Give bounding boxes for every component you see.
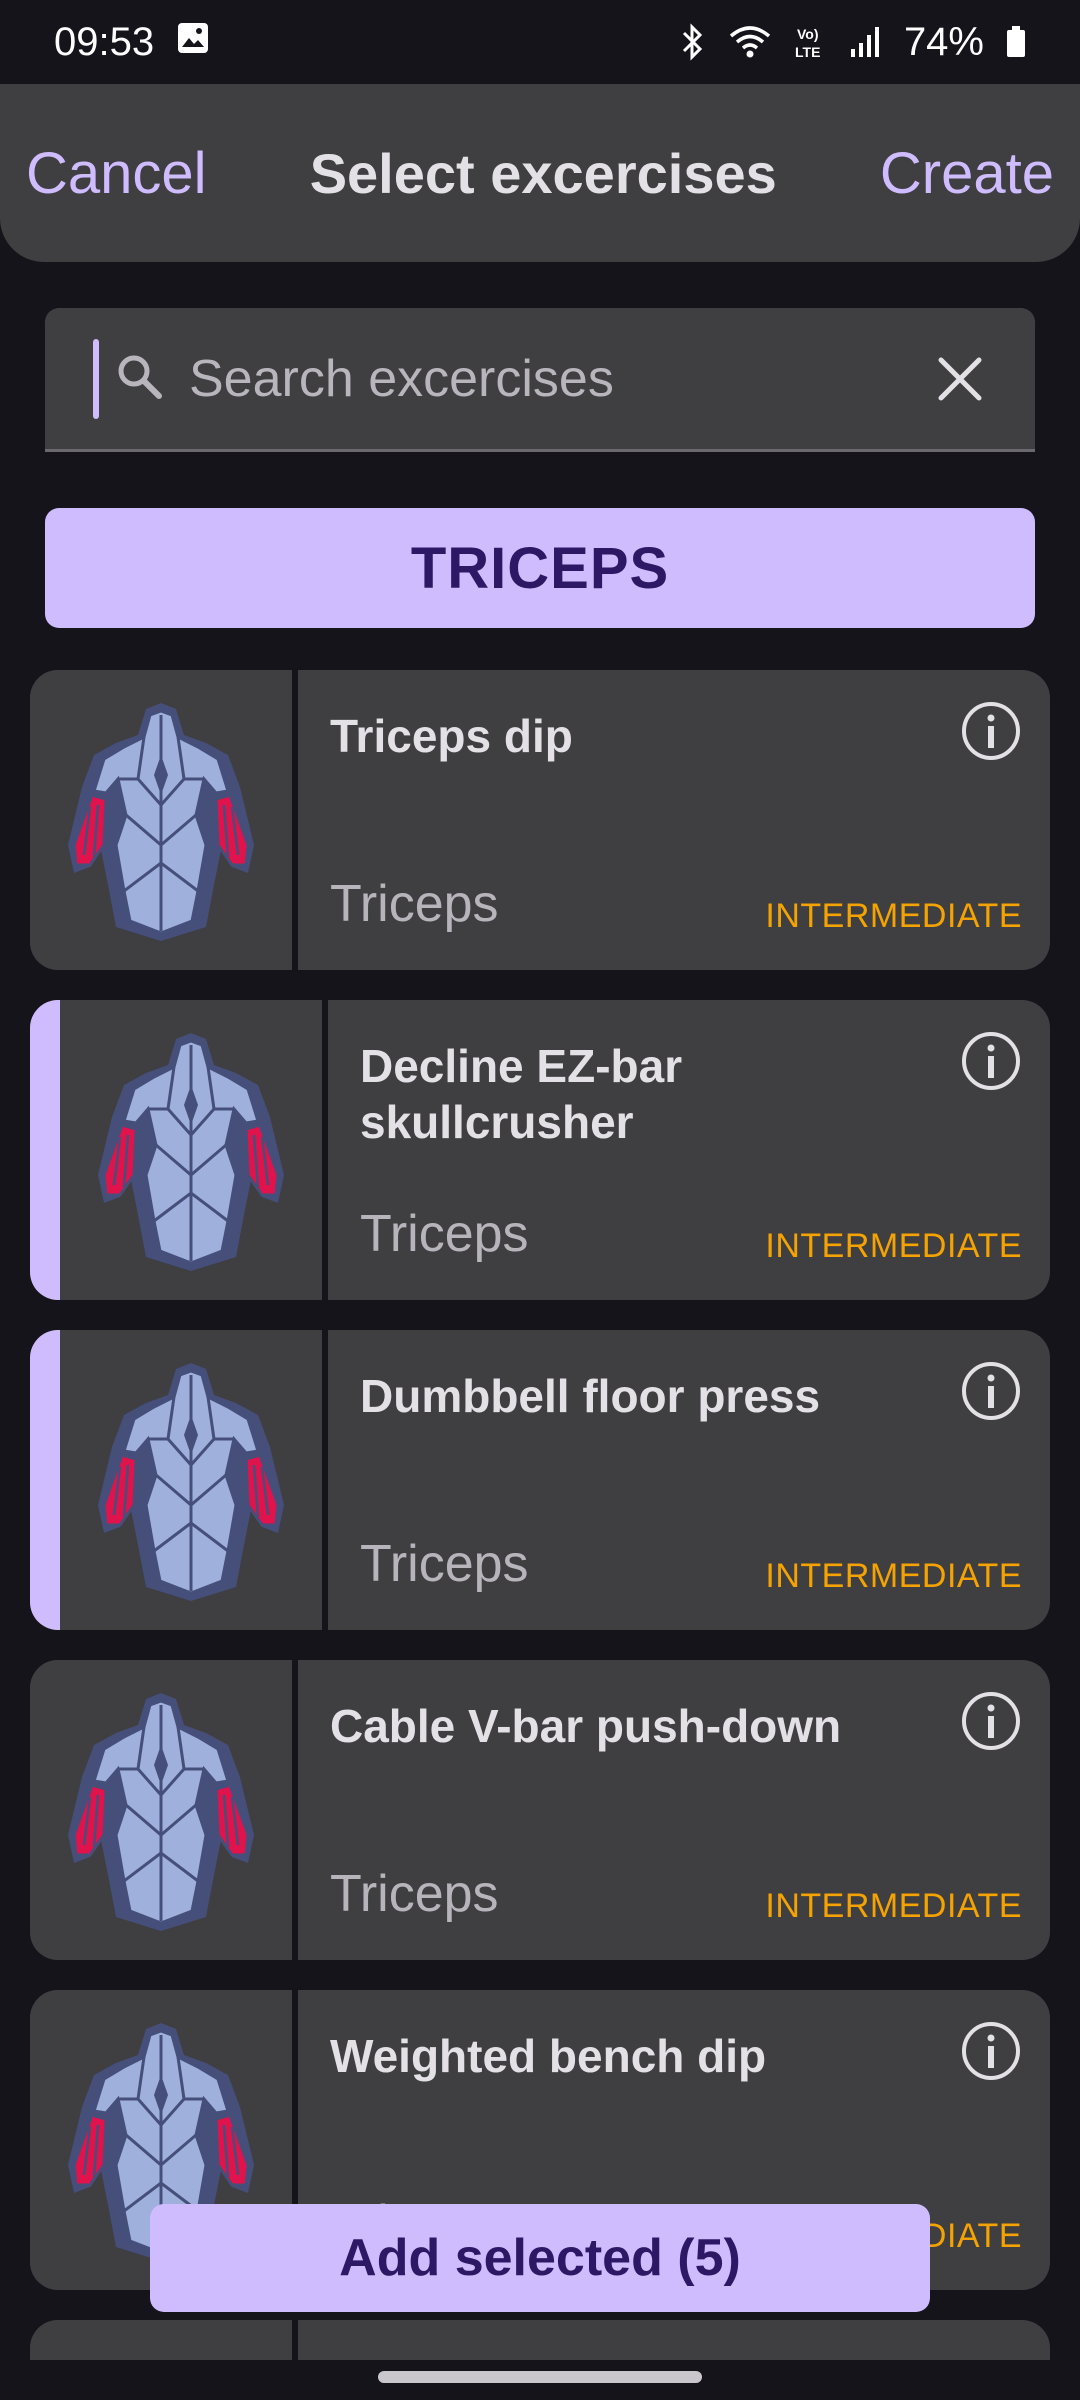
status-left: 09:53: [54, 20, 210, 65]
exercise-card[interactable]: Cable V-bar push-down Triceps INTERMEDIA…: [30, 1660, 1050, 1960]
info-icon[interactable]: [960, 700, 1022, 762]
search-field[interactable]: [45, 308, 1035, 452]
muscle-thumbnail: [30, 670, 298, 970]
muscle-thumbnail: [30, 1660, 298, 1960]
exercise-muscle: Triceps: [330, 875, 499, 933]
exercise-muscle: Triceps: [360, 1535, 529, 1593]
text-cursor: [93, 338, 99, 419]
info-icon[interactable]: [960, 2020, 1022, 2082]
muscle-thumbnail: [60, 1330, 328, 1630]
exercise-level: INTERMEDIATE: [765, 897, 1022, 935]
close-icon[interactable]: [925, 344, 995, 414]
exercise-level: INTERMEDIATE: [765, 1227, 1022, 1265]
exercise-name: Decline EZ-bar skullcrusher: [360, 1040, 683, 1148]
battery-icon: [1006, 26, 1026, 58]
battery-percent: 74%: [903, 19, 984, 64]
exercise-name: Dumbbell floor press: [360, 1370, 821, 1422]
search-icon: [113, 350, 165, 407]
wifi-icon: [728, 24, 772, 60]
triceps-muscle-icon: [98, 1363, 284, 1601]
triceps-muscle-icon: [68, 1693, 254, 1931]
exercise-card-selected[interactable]: Dumbbell floor press Triceps INTERMEDIAT…: [30, 1330, 1050, 1630]
home-indicator[interactable]: [378, 2371, 702, 2383]
triceps-muscle-icon: [98, 1033, 284, 1271]
volte-icon: Vo) LTE: [794, 23, 828, 61]
page-title: Select excercises: [309, 141, 777, 205]
exercise-name: Cable V-bar push-down: [330, 1700, 842, 1752]
selection-indicator: [30, 1330, 60, 1630]
exercise-name: Triceps dip: [330, 710, 573, 762]
status-time: 09:53: [54, 19, 155, 64]
gallery-icon: [176, 20, 210, 65]
exercise-card[interactable]: Triceps dip Triceps INTERMEDIATE: [30, 670, 1050, 970]
status-bar: 09:53 Vo) LTE 74%: [0, 0, 1080, 84]
muscle-thumbnail: [60, 1000, 328, 1300]
search-input[interactable]: [189, 348, 925, 409]
svg-text:Vo): Vo): [797, 26, 819, 42]
bluetooth-icon: [680, 23, 706, 61]
exercise-card-partial[interactable]: [30, 2320, 1050, 2360]
exercise-level: INTERMEDIATE: [765, 1887, 1022, 1925]
create-button[interactable]: Create: [880, 140, 1054, 207]
info-icon[interactable]: [960, 1360, 1022, 1422]
exercise-card-selected[interactable]: Decline EZ-bar skullcrusher Triceps INTE…: [30, 1000, 1050, 1300]
exercise-muscle: Triceps: [330, 1865, 499, 1923]
exercise-level: INTERMEDIATE: [765, 1557, 1022, 1595]
triceps-muscle-icon: [68, 703, 254, 941]
info-icon[interactable]: [960, 1030, 1022, 1092]
exercise-name: Weighted bench dip: [330, 2030, 767, 2082]
cancel-button[interactable]: Cancel: [26, 140, 207, 207]
top-app-bar: Cancel Select excercises Create: [0, 84, 1080, 262]
muscle-thumbnail: [30, 2320, 298, 2360]
info-icon[interactable]: [960, 1690, 1022, 1752]
exercise-muscle: Triceps: [360, 1205, 529, 1263]
signal-icon: [850, 25, 882, 59]
category-header: TRICEPS: [45, 508, 1035, 628]
selection-indicator: [30, 1000, 60, 1300]
add-selected-button[interactable]: Add selected (5): [150, 2204, 930, 2312]
svg-text:LTE: LTE: [795, 44, 820, 60]
status-right: Vo) LTE 74%: [680, 20, 1026, 65]
screen: 09:53 Vo) LTE 74% Cancel Select excercis…: [0, 0, 1080, 2400]
